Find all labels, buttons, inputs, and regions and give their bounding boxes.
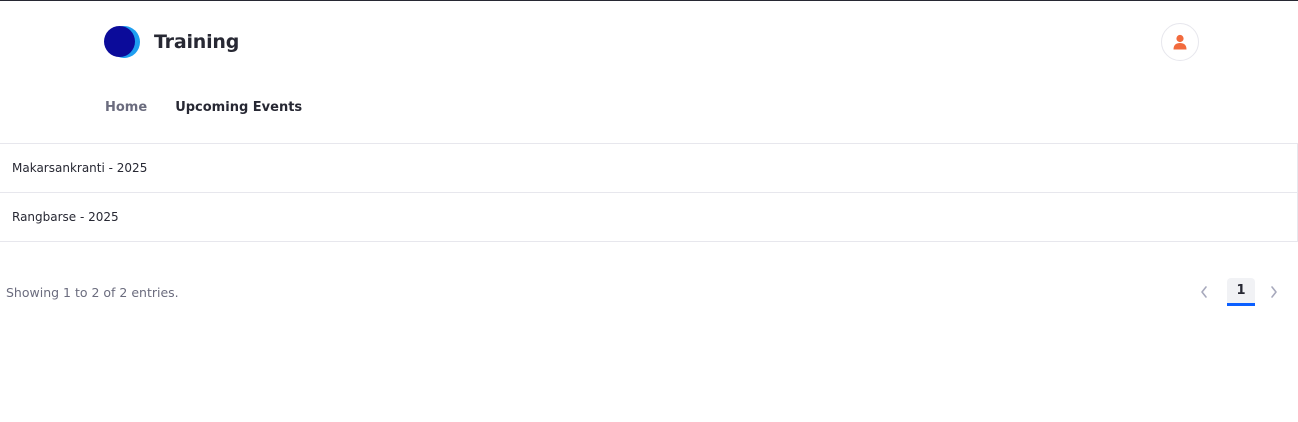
- page-1-button[interactable]: 1: [1227, 278, 1255, 306]
- user-icon: [1173, 34, 1187, 50]
- chevron-right-icon: [1271, 286, 1277, 298]
- user-avatar-button[interactable]: [1161, 23, 1199, 61]
- site-logo-icon[interactable]: [104, 25, 140, 59]
- site-header: Training Home Upcoming Events: [0, 1, 1298, 143]
- list-item[interactable]: Makarsankranti - 2025: [0, 144, 1297, 193]
- chevron-left-icon: [1201, 286, 1207, 298]
- events-list: Makarsankranti - 2025 Rangbarse - 2025: [0, 143, 1298, 242]
- previous-page-button[interactable]: [1195, 278, 1213, 306]
- list-item[interactable]: Rangbarse - 2025: [0, 193, 1297, 242]
- event-title[interactable]: Makarsankranti - 2025: [12, 161, 147, 175]
- brand[interactable]: Training: [104, 25, 239, 59]
- pagination-summary: Showing 1 to 2 of 2 entries.: [6, 285, 179, 300]
- nav-item-home[interactable]: Home: [105, 100, 147, 115]
- next-page-button[interactable]: [1265, 278, 1283, 306]
- event-title[interactable]: Rangbarse - 2025: [12, 210, 119, 224]
- pagination: 1: [1195, 278, 1283, 306]
- site-title[interactable]: Training: [154, 31, 239, 53]
- nav-item-upcoming-events[interactable]: Upcoming Events: [175, 100, 302, 115]
- main-nav: Home Upcoming Events: [105, 100, 302, 115]
